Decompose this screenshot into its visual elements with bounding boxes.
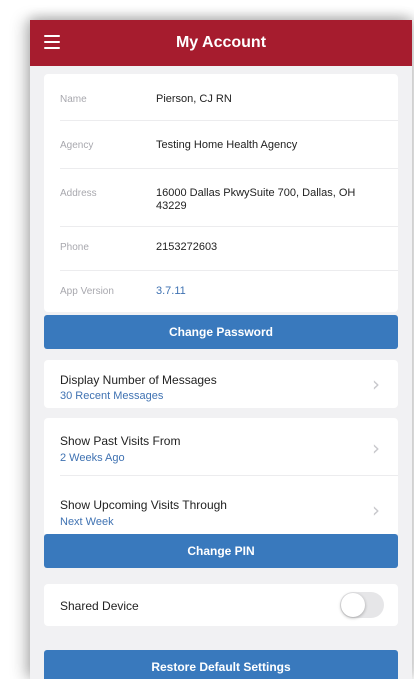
setting-title: Show Past Visits From [60, 434, 181, 448]
agency-row: Agency Testing Home Health Agency [44, 120, 398, 168]
agency-value: Testing Home Health Agency [156, 139, 298, 151]
setting-value: Next Week [60, 516, 114, 528]
visits-settings-card: Show Past Visits From 2 Weeks Ago › Show… [44, 418, 398, 536]
display-messages-setting[interactable]: Display Number of Messages 30 Recent Mes… [44, 360, 398, 408]
chevron-right-icon: › [372, 436, 380, 460]
restore-default-settings-button[interactable]: Restore Default Settings [44, 650, 398, 679]
address-label: Address [60, 188, 97, 199]
setting-title: Show Upcoming Visits Through [60, 498, 227, 512]
setting-value: 30 Recent Messages [60, 390, 164, 402]
app-version-label: App Version [60, 286, 114, 297]
app-version-value: 3.7.11 [156, 285, 186, 297]
name-label: Name [60, 94, 87, 105]
address-row: Address 16000 Dallas PkwySuite 700, Dall… [44, 168, 398, 226]
app-header: My Account [30, 20, 412, 66]
change-pin-button[interactable]: Change PIN [44, 534, 398, 568]
upcoming-visits-setting[interactable]: Show Upcoming Visits Through Next Week › [44, 476, 398, 536]
name-value: Pierson, CJ RN [156, 93, 232, 105]
shared-device-label: Shared Device [60, 599, 139, 613]
toggle-knob [341, 593, 365, 617]
shared-device-toggle[interactable] [340, 592, 384, 618]
setting-value: 2 Weeks Ago [60, 452, 125, 464]
page-title: My Account [175, 34, 267, 51]
phone-row: Phone 2153272603 [44, 226, 398, 270]
address-value: 16000 Dallas PkwySuite 700, Dallas, OH 4… [156, 187, 356, 212]
chevron-right-icon: › [372, 372, 380, 396]
name-row: Name Pierson, CJ RN [44, 74, 398, 120]
setting-title: Display Number of Messages [60, 373, 217, 387]
chevron-right-icon: › [372, 498, 380, 522]
account-info-card: Name Pierson, CJ RN Agency Testing Home … [44, 74, 398, 312]
shared-device-setting: Shared Device [44, 584, 398, 626]
past-visits-setting[interactable]: Show Past Visits From 2 Weeks Ago › [44, 418, 398, 474]
app-version-row: App Version 3.7.11 [44, 270, 398, 312]
phone-label: Phone [60, 242, 89, 253]
app-screen: My Account Name Pierson, CJ RN Agency Te… [30, 20, 412, 679]
phone-value: 2153272603 [156, 241, 218, 253]
agency-label: Agency [60, 140, 94, 151]
change-password-button[interactable]: Change Password [44, 315, 398, 349]
